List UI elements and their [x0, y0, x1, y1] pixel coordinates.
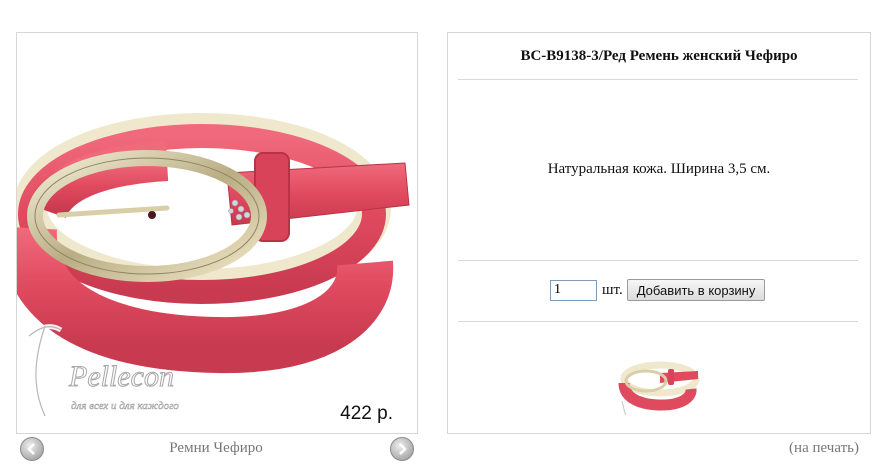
print-link[interactable]: (на печать) [789, 440, 859, 457]
product-title: BC-B9138-3/Ред Ремень женский Чефиро [520, 48, 798, 64]
chevron-right-icon [399, 443, 407, 455]
divider [458, 321, 858, 322]
brand-watermark: Pellecon для всех и для каждого [21, 316, 211, 431]
product-thumbnail[interactable] [618, 351, 702, 417]
watermark-slogan: для всех и для каждого [71, 400, 179, 413]
product-info-panel: BC-B9138-3/Ред Ремень женский Чефиро Нат… [447, 32, 871, 434]
quantity-unit-label: шт. [602, 281, 623, 298]
divider [458, 260, 858, 261]
product-price: 422 р. [340, 403, 393, 424]
add-to-cart-button[interactable]: Добавить в корзину [626, 279, 766, 301]
next-image-button[interactable] [390, 437, 414, 461]
divider [458, 79, 858, 80]
prev-image-button[interactable] [20, 437, 44, 461]
chevron-left-icon [27, 443, 35, 455]
watermark-brand: Pellecon [69, 360, 175, 394]
product-description: Натуральная кожа. Ширина 3,5 см. [547, 161, 771, 177]
quantity-input[interactable] [550, 279, 597, 301]
product-image-panel: Pellecon для всех и для каждого 422 р. [16, 32, 418, 434]
category-link[interactable]: Ремни Чефиро [110, 440, 322, 457]
add-to-cart-row: шт. Добавить в корзину [550, 279, 766, 301]
